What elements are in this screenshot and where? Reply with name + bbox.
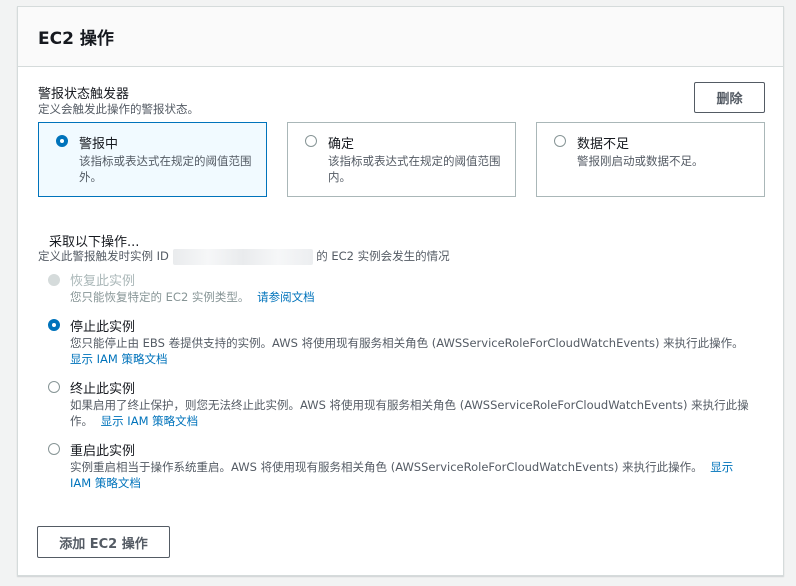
action-description-suffix: 的 EC2 实例会发生的情况 — [316, 249, 450, 263]
action-description-prefix: 定义此警报触发时实例 ID — [38, 249, 169, 263]
state-tile-alarm[interactable]: 警报中 该指标或表达式在规定的阈值范围外。 — [38, 122, 267, 197]
option-desc-reboot: 实例重启相当于操作系统重启。AWS 将使用现有服务相关角色 (AWSServic… — [70, 459, 750, 491]
radio-alarm[interactable] — [56, 135, 68, 147]
state-desc-insufficient-data: 警报刚启动或数据不足。 — [577, 154, 704, 168]
add-ec2-action-button[interactable]: 添加 EC2 操作 — [37, 526, 170, 558]
radio-terminate[interactable] — [48, 381, 60, 393]
state-tile-insufficient-data[interactable]: 数据不足 警报刚启动或数据不足。 — [536, 122, 765, 197]
option-label-stop[interactable]: 停止此实例 — [70, 316, 135, 335]
option-desc-text-recover: 您只能恢复特定的 EC2 实例类型。 — [70, 290, 250, 304]
option-desc-recover: 您只能恢复特定的 EC2 实例类型。 请参阅文档 — [70, 289, 750, 305]
trigger-description: 定义会触发此操作的警报状态。 — [38, 102, 199, 116]
option-label-reboot[interactable]: 重启此实例 — [70, 440, 135, 459]
action-description: 定义此警报触发时实例 ID 的 EC2 实例会发生的情况 — [38, 248, 450, 265]
radio-reboot[interactable] — [48, 443, 60, 455]
state-desc-ok: 该指标或表达式在规定的阈值范围内。 — [328, 154, 501, 184]
option-desc-stop: 您只能停止由 EBS 卷提供支持的实例。AWS 将使用现有服务相关角色 (AWS… — [70, 335, 750, 367]
option-label-terminate[interactable]: 终止此实例 — [70, 378, 135, 397]
radio-insufficient-data[interactable] — [554, 135, 566, 147]
option-desc-text-stop: 您只能停止由 EBS 卷提供支持的实例。AWS 将使用现有服务相关角色 (AWS… — [70, 336, 744, 350]
option-desc-text-reboot: 实例重启相当于操作系统重启。AWS 将使用现有服务相关角色 (AWSServic… — [70, 460, 703, 474]
state-desc-alarm: 该指标或表达式在规定的阈值范围外。 — [79, 154, 252, 184]
state-label-ok: 确定 — [328, 137, 355, 152]
state-label-alarm: 警报中 — [79, 137, 119, 152]
panel-title: EC2 操作 — [38, 29, 114, 49]
option-label-recover: 恢复此实例 — [70, 274, 136, 289]
redacted-instance-id — [172, 248, 313, 265]
radio-recover — [48, 274, 60, 286]
panel-header: EC2 操作 — [18, 7, 783, 67]
stop-iam-policy-link[interactable]: 显示 IAM 策略文档 — [70, 352, 168, 366]
radio-stop[interactable] — [48, 319, 60, 331]
option-desc-terminate: 如果启用了终止保护，则您无法终止此实例。AWS 将使用现有服务相关角色 (AWS… — [70, 397, 750, 429]
state-tile-ok[interactable]: 确定 该指标或表达式在规定的阈值范围内。 — [287, 122, 516, 197]
radio-ok[interactable] — [305, 135, 317, 147]
recover-docs-link[interactable]: 请参阅文档 — [257, 290, 315, 304]
trigger-label: 警报状态触发器 — [38, 87, 130, 102]
delete-button[interactable]: 删除 — [694, 82, 765, 113]
terminate-iam-policy-link[interactable]: 显示 IAM 策略文档 — [101, 414, 199, 428]
ec2-action-panel: EC2 操作 警报状态触发器 定义会触发此操作的警报状态。 删除 警报中 该指标… — [17, 6, 784, 576]
state-label-insufficient-data: 数据不足 — [577, 137, 630, 152]
